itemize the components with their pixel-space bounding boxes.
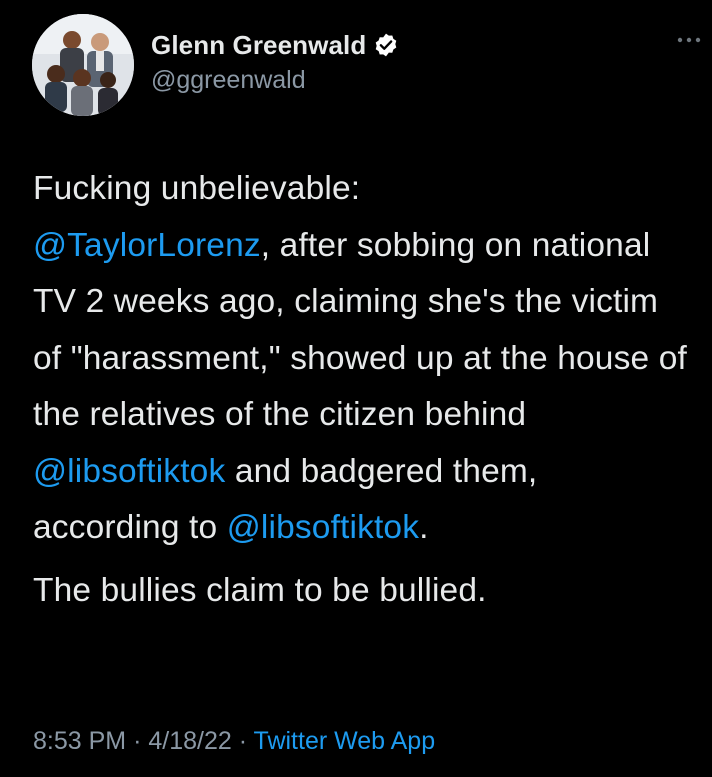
mention-link-libsoftiktok[interactable]: @libsoftiktok	[33, 453, 225, 490]
mention-link-libsoftiktok[interactable]: @libsoftiktok	[227, 509, 419, 546]
tweet-metadata: 8:53 PM · 4/18/22 · Twitter Web App	[33, 727, 435, 756]
author-avatar[interactable]	[32, 14, 134, 116]
tweet-text-segment: .	[419, 509, 429, 546]
author-display-name[interactable]: Glenn Greenwald	[151, 30, 366, 61]
author-info: Glenn Greenwald @ggreenwald	[151, 28, 399, 95]
tweet-text: Fucking unbelievable: @TaylorLorenz, afte…	[33, 161, 693, 619]
ellipsis-icon[interactable]	[674, 30, 704, 50]
verified-badge-icon	[373, 32, 399, 58]
tweet-source-link[interactable]: Twitter Web App	[254, 727, 436, 755]
tweet-time[interactable]: 8:53 PM	[33, 727, 126, 755]
tweet-paragraph-1: Fucking unbelievable: @TaylorLorenz, afte…	[33, 161, 693, 557]
name-row: Glenn Greenwald	[151, 28, 399, 62]
tweet-card: Glenn Greenwald @ggreenwald Fucking unbe…	[0, 0, 712, 777]
tweet-date[interactable]: 4/18/22	[148, 727, 231, 755]
meta-separator: ·	[133, 727, 142, 755]
author-handle[interactable]: @ggreenwald	[151, 66, 399, 95]
tweet-paragraph-2: The bullies claim to be bullied.	[33, 571, 487, 609]
mention-link-taylorlorenz[interactable]: @TaylorLorenz	[33, 227, 261, 264]
meta-separator: ·	[238, 727, 248, 755]
avatar-photo	[32, 14, 134, 116]
tweet-text-segment: Fucking unbelievable:	[33, 170, 361, 207]
